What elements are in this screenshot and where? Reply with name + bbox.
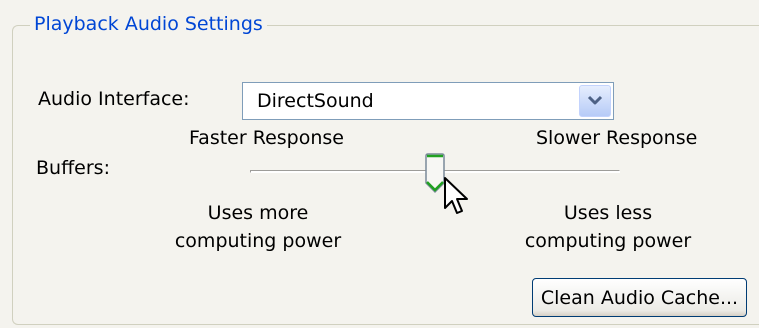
mouse-pointer-icon <box>444 177 468 214</box>
audio-interface-value: DirectSound <box>257 90 374 112</box>
faster-response-label: Faster Response <box>189 127 344 149</box>
buffers-label: Buffers: <box>36 157 110 179</box>
uses-less-line2: computing power <box>524 230 692 252</box>
audio-interface-label: Audio Interface: <box>38 88 190 110</box>
clean-audio-cache-button[interactable]: Clean Audio Cache... <box>532 278 747 317</box>
audio-interface-dropdown[interactable]: DirectSound <box>242 82 614 120</box>
uses-more-line1: Uses more <box>207 202 309 224</box>
uses-more-line2: computing power <box>174 230 342 252</box>
slower-response-label: Slower Response <box>536 127 698 149</box>
group-title: Playback Audio Settings <box>30 10 267 38</box>
uses-less-line1: Uses less <box>563 202 653 224</box>
dropdown-button[interactable] <box>579 85 611 117</box>
chevron-down-icon <box>587 95 603 105</box>
